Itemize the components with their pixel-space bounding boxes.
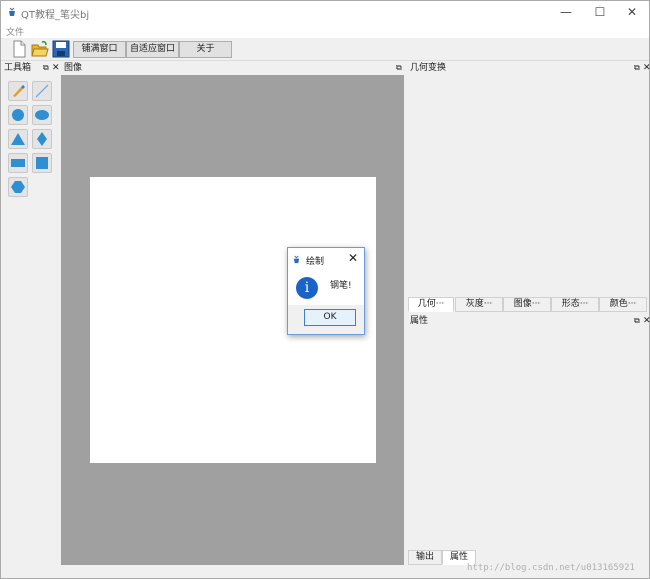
draw-dialog: 绘制 ✕ i 钢笔! OK xyxy=(287,247,365,335)
tab-color[interactable]: 颜色··· xyxy=(599,297,647,312)
close-icon[interactable]: ✕ xyxy=(643,314,650,328)
properties-tabs: 输出 属性 xyxy=(406,550,649,565)
pen-icon xyxy=(13,85,25,97)
float-icon[interactable]: ⧉ xyxy=(396,61,402,75)
float-icon[interactable]: ⧉ xyxy=(43,61,49,75)
properties-title: 属性 xyxy=(410,316,429,326)
app-icon xyxy=(9,7,15,16)
dialog-message: 钢笔! xyxy=(330,281,352,291)
tab-image[interactable]: 图像··· xyxy=(503,297,551,312)
dialog-title: 绘制 xyxy=(306,257,325,267)
geometry-panel: 几何变换 ⧉ ✕ 几何··· 灰度··· 图像··· 形态··· 颜色··· xyxy=(406,61,650,312)
dialog-close-icon[interactable]: ✕ xyxy=(348,251,358,265)
watermark: http://blog.csdn.net/u013165921 xyxy=(467,563,635,573)
close-button[interactable]: ✕ xyxy=(615,1,649,23)
geometry-tabs: 几何··· 灰度··· 图像··· 形态··· 颜色··· xyxy=(406,297,649,312)
title-bar: QT教程_笔尖bj — ☐ ✕ xyxy=(1,1,649,23)
diamond-tool[interactable] xyxy=(32,129,52,149)
app-icon xyxy=(293,255,300,264)
properties-title-bar: 属性 ⧉ ✕ xyxy=(410,314,650,328)
triangle-tool[interactable] xyxy=(8,129,28,149)
about-button[interactable]: 关于 xyxy=(179,41,232,58)
rectangle-icon xyxy=(11,159,25,167)
line-tool[interactable] xyxy=(32,81,52,101)
hexagon-icon xyxy=(11,181,25,193)
pen-tool[interactable] xyxy=(8,81,28,101)
menu-file[interactable]: 文件 xyxy=(6,25,24,38)
geometry-title-bar: 几何变换 ⧉ ✕ xyxy=(410,61,650,75)
toolbox-title-bar: 工具箱 ⧉ ✕ xyxy=(4,61,60,75)
close-icon[interactable]: ✕ xyxy=(52,61,60,75)
diamond-icon xyxy=(37,132,47,146)
tab-morphology[interactable]: 形态··· xyxy=(551,297,599,312)
fill-window-button[interactable]: 铺满窗口 xyxy=(73,41,126,58)
square-tool[interactable] xyxy=(32,153,52,173)
toolbar: 铺满窗口 自适应窗口 关于 xyxy=(1,38,649,61)
open-folder-icon[interactable] xyxy=(31,40,49,58)
window-title: QT教程_笔尖bj xyxy=(21,10,90,21)
maximize-button[interactable]: ☐ xyxy=(583,1,617,23)
fit-window-button[interactable]: 自适应窗口 xyxy=(126,41,179,58)
info-icon: i xyxy=(296,277,318,299)
tab-output[interactable]: 输出 xyxy=(408,550,442,565)
geometry-title: 几何变换 xyxy=(410,63,447,73)
ellipse-tool[interactable] xyxy=(32,105,52,125)
save-icon[interactable] xyxy=(52,40,70,58)
circle-icon xyxy=(12,109,24,121)
menu-bar: 文件 xyxy=(1,23,649,38)
properties-panel: 属性 ⧉ ✕ 输出 属性 xyxy=(406,314,650,565)
toolbox-title: 工具箱 xyxy=(4,63,32,73)
close-icon[interactable]: ✕ xyxy=(643,61,650,75)
ok-button[interactable]: OK xyxy=(304,309,356,326)
app-window: QT教程_笔尖bj — ☐ ✕ 文件 铺满窗口 自适应窗口 关于 工具箱 ⧉ ✕… xyxy=(0,0,650,579)
new-file-icon[interactable] xyxy=(10,40,28,58)
line-icon xyxy=(35,84,49,98)
image-title: 图像 xyxy=(64,63,83,73)
rectangle-tool[interactable] xyxy=(8,153,28,173)
toolbox-dock: 工具箱 ⧉ ✕ xyxy=(1,61,60,565)
square-icon xyxy=(36,157,48,169)
triangle-icon xyxy=(11,133,25,145)
image-title-bar: 图像 ⧉ xyxy=(64,61,404,75)
dialog-footer: OK xyxy=(288,305,364,334)
tab-grayscale[interactable]: 灰度··· xyxy=(455,297,503,312)
minimize-button[interactable]: — xyxy=(549,1,583,23)
ellipse-icon xyxy=(35,110,49,120)
hexagon-tool[interactable] xyxy=(8,177,28,197)
tab-geometry[interactable]: 几何··· xyxy=(408,297,454,312)
circle-tool[interactable] xyxy=(8,105,28,125)
float-icon[interactable]: ⧉ xyxy=(634,314,640,328)
float-icon[interactable]: ⧉ xyxy=(634,61,640,75)
